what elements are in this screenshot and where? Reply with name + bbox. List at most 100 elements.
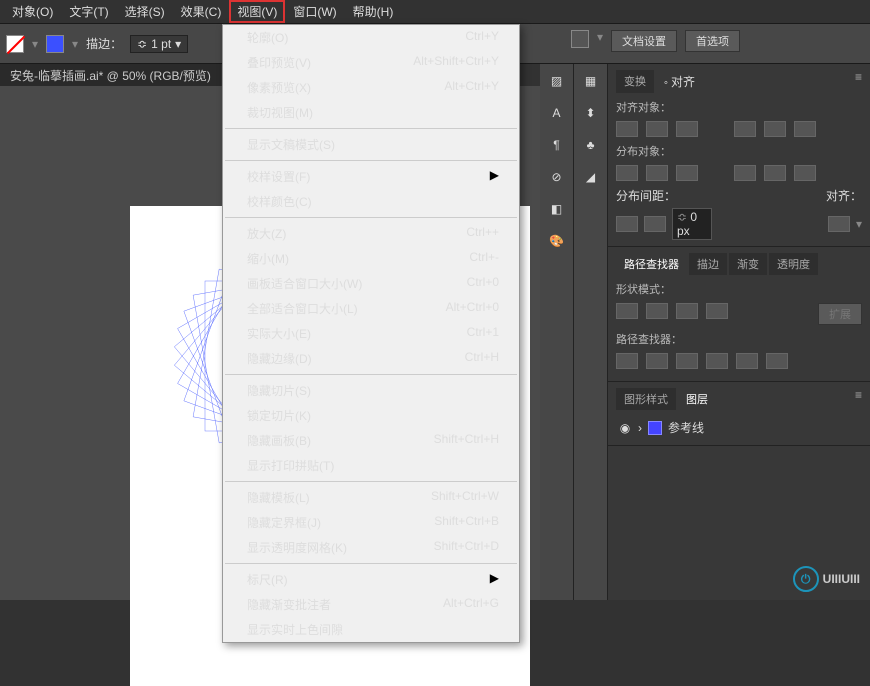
stroke-label: 描边： [86, 35, 122, 52]
distribute-spacing-label: 分布间距： [616, 187, 676, 204]
dist-top-icon[interactable] [616, 165, 638, 181]
menu-item[interactable]: 隐藏定界框(J)Shift+Ctrl+B [223, 510, 519, 535]
shape-modes-label: 形状模式： [616, 281, 862, 297]
menu-item[interactable]: 校样设置(F)▶ [223, 164, 519, 189]
layers-panel: 图形样式 图层 ≡ ◉ › 参考线 [608, 382, 870, 446]
menu-item[interactable]: 隐藏边缘(D)Ctrl+H [223, 346, 519, 371]
menu-item[interactable]: 隐藏切片(S) [223, 378, 519, 403]
divide-icon[interactable] [616, 353, 638, 369]
menu-select[interactable]: 选择(S) [117, 0, 173, 23]
align-icon[interactable]: ⬍ [585, 106, 595, 120]
menu-item[interactable]: 裁切视图(M) [223, 100, 519, 125]
tab-align[interactable]: ◦ 对齐 [656, 70, 703, 93]
grid-icon[interactable]: ▦ [585, 74, 596, 88]
stroke-swatch[interactable] [46, 35, 64, 53]
align-bottom-icon[interactable] [794, 121, 816, 137]
distribute-objects-label: 分布对象： [616, 143, 862, 159]
crop-icon[interactable] [706, 353, 728, 369]
spacing-input[interactable]: ≎ 0 px [672, 208, 712, 240]
dist-left-icon[interactable] [734, 165, 756, 181]
tab-graphic-styles[interactable]: 图形样式 [616, 388, 676, 410]
menu-item[interactable]: 实际大小(E)Ctrl+1 [223, 321, 519, 346]
toolstrip-2: ▦ ⬍ ♣ ◢ [574, 64, 608, 600]
menu-item[interactable]: 校样颜色(C) [223, 189, 519, 214]
tab-transform[interactable]: 变换 [616, 70, 654, 93]
menu-item[interactable]: 全部适合窗口大小(L)Alt+Ctrl+0 [223, 296, 519, 321]
menu-item[interactable]: 像素预览(X)Alt+Ctrl+Y [223, 75, 519, 100]
chevron-right-icon[interactable]: › [638, 421, 642, 435]
panel-menu-icon[interactable]: ≡ [855, 70, 862, 93]
tab-transparency[interactable]: 透明度 [769, 253, 818, 275]
doc-setup-button[interactable]: 文档设置 [611, 30, 677, 52]
layer-color-swatch [648, 421, 662, 435]
exclude-icon[interactable] [706, 303, 728, 319]
menu-item[interactable]: 叠印预览(V)Alt+Shift+Ctrl+Y [223, 50, 519, 75]
text-icon[interactable]: A [552, 106, 560, 120]
menu-item[interactable]: 放大(Z)Ctrl++ [223, 221, 519, 246]
document-tab[interactable]: 安兔-临摹插画.ai* @ 50% (RGB/预览) [0, 64, 221, 86]
align-top-icon[interactable] [734, 121, 756, 137]
club-icon[interactable]: ♣ [587, 138, 595, 152]
menu-item[interactable]: 隐藏渐变批注者Alt+Ctrl+G [223, 592, 519, 617]
align-to-label: 对齐： [826, 187, 862, 204]
intersect-icon[interactable] [676, 303, 698, 319]
menu-object[interactable]: 对象(O) [4, 0, 61, 23]
unite-icon[interactable] [616, 303, 638, 319]
align-left-icon[interactable] [616, 121, 638, 137]
menu-text[interactable]: 文字(T) [61, 0, 116, 23]
tab-pathfinder[interactable]: 路径查找器 [616, 253, 687, 275]
menu-view[interactable]: 视图(V) [229, 0, 285, 23]
menu-item[interactable]: 轮廓(O)Ctrl+Y [223, 25, 519, 50]
layer-name[interactable]: 参考线 [668, 419, 704, 436]
menu-help[interactable]: 帮助(H) [345, 0, 402, 23]
dist-vcenter-icon[interactable] [646, 165, 668, 181]
dist-bottom-icon[interactable] [676, 165, 698, 181]
tab-layers[interactable]: 图层 [678, 388, 716, 410]
dist-hspace-icon[interactable] [644, 216, 666, 232]
menu-item[interactable]: 显示透明度网格(K)Shift+Ctrl+D [223, 535, 519, 560]
outline-icon[interactable] [736, 353, 758, 369]
menu-item[interactable]: 显示文稿模式(S) [223, 132, 519, 157]
align-to-selection-icon[interactable] [828, 216, 850, 232]
preferences-button[interactable]: 首选项 [685, 30, 740, 52]
align-objects-label: 对齐对象： [616, 99, 862, 115]
expand-button[interactable]: 扩展 [818, 303, 862, 325]
layer-row[interactable]: ◉ › 参考线 [616, 416, 862, 439]
dist-hcenter-icon[interactable] [764, 165, 786, 181]
menu-effect[interactable]: 效果(C) [173, 0, 230, 23]
menu-item[interactable]: 显示实时上色间隙 [223, 617, 519, 642]
view-menu-dropdown: 轮廓(O)Ctrl+Y叠印预览(V)Alt+Shift+Ctrl+Y像素预览(X… [222, 24, 520, 643]
minus-front-icon[interactable] [646, 303, 668, 319]
menu-item[interactable]: 隐藏画板(B)Shift+Ctrl+H [223, 428, 519, 453]
menu-item[interactable]: 隐藏模板(L)Shift+Ctrl+W [223, 485, 519, 510]
menu-item[interactable]: 锁定切片(K) [223, 403, 519, 428]
dist-vspace-icon[interactable] [616, 216, 638, 232]
stroke-weight-input[interactable]: ≎ 1 pt ▾ [130, 35, 188, 53]
paragraph-icon[interactable]: ¶ [553, 138, 559, 152]
align-vcenter-icon[interactable] [764, 121, 786, 137]
merge-icon[interactable] [676, 353, 698, 369]
opacity-swatch[interactable] [571, 30, 589, 48]
color-icon[interactable]: ◧ [551, 202, 562, 216]
menu-item[interactable]: 标尺(R)▶ [223, 567, 519, 592]
pathfinder-panel: 路径查找器 描边 渐变 透明度 形状模式： 扩展 路径查找器： [608, 247, 870, 382]
link-icon[interactable]: ⊘ [551, 170, 561, 184]
menu-item[interactable]: 显示打印拼贴(T) [223, 453, 519, 478]
menu-window[interactable]: 窗口(W) [285, 0, 344, 23]
align-right-icon[interactable] [676, 121, 698, 137]
tab-stroke[interactable]: 描边 [689, 253, 727, 275]
no-fill-swatch[interactable] [6, 35, 24, 53]
palette-icon[interactable]: 🎨 [549, 234, 564, 248]
menu-item[interactable]: 画板适合窗口大小(W)Ctrl+0 [223, 271, 519, 296]
panel-menu-icon[interactable]: ≡ [855, 388, 862, 410]
minus-back-icon[interactable] [766, 353, 788, 369]
menubar: 对象(O) 文字(T) 选择(S) 效果(C) 视图(V) 窗口(W) 帮助(H… [0, 0, 870, 24]
tab-gradient[interactable]: 渐变 [729, 253, 767, 275]
align-hcenter-icon[interactable] [646, 121, 668, 137]
cube-icon[interactable]: ▨ [551, 74, 562, 88]
menu-item[interactable]: 缩小(M)Ctrl+- [223, 246, 519, 271]
dist-right-icon[interactable] [794, 165, 816, 181]
visibility-icon[interactable]: ◉ [618, 421, 632, 435]
trim-icon[interactable] [646, 353, 668, 369]
gradient-icon[interactable]: ◢ [586, 170, 595, 184]
